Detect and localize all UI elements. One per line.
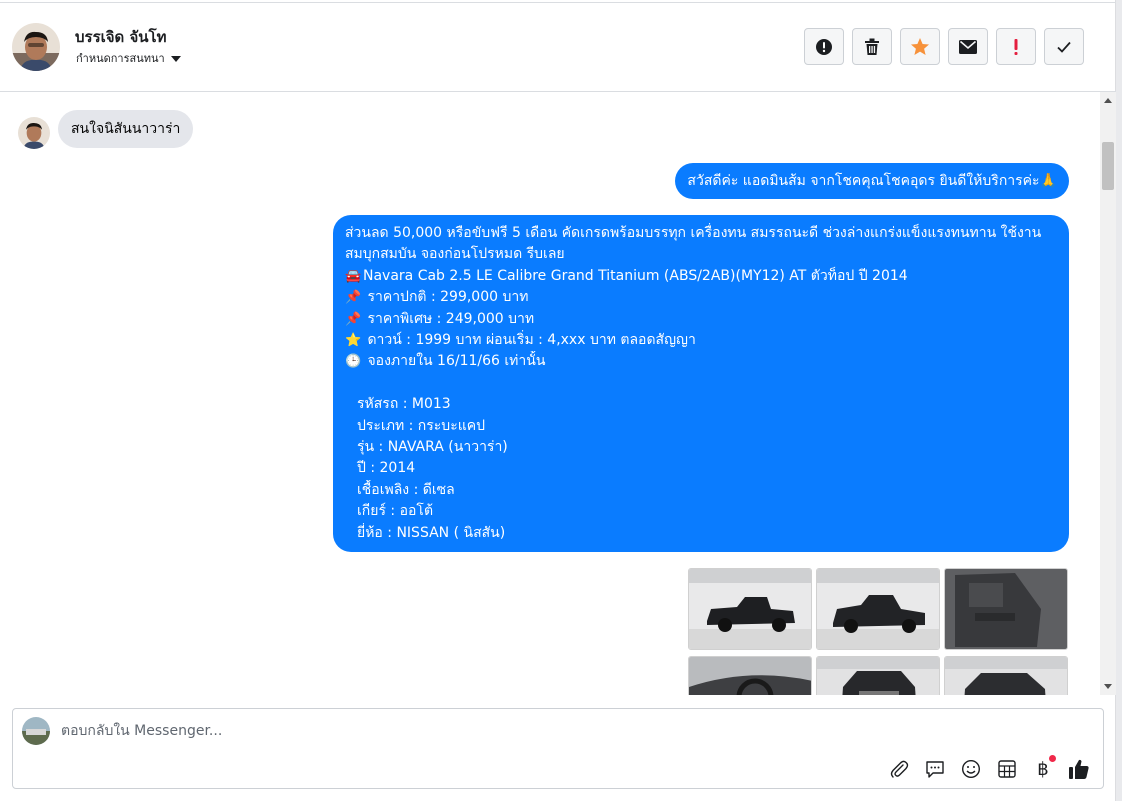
smiley-icon xyxy=(961,759,981,779)
composer-toolbar: ฿ xyxy=(885,755,1093,783)
caret-down-icon xyxy=(170,55,181,62)
outgoing-message-greeting[interactable]: สวัสดีค่ะ แอดมินส้ม จากโชคคุณโชคอุดร ยิน… xyxy=(675,163,1069,199)
chat-bubble-icon xyxy=(926,761,944,778)
car-photo[interactable] xyxy=(944,568,1068,650)
reply-input[interactable] xyxy=(61,720,961,742)
spec-fuel: เชื้อเพลิง : ดีเซล xyxy=(357,481,455,498)
assign-conversation-label: กำหนดการสนทนา xyxy=(76,52,165,65)
page-avatar xyxy=(22,717,50,745)
contact-avatar-small xyxy=(18,117,50,149)
exclamation-icon xyxy=(1014,38,1018,55)
scroll-down-arrow-icon[interactable] xyxy=(1104,684,1112,689)
paperclip-icon xyxy=(890,760,909,778)
table-icon xyxy=(998,760,1016,778)
emoji-button[interactable] xyxy=(957,755,985,783)
contact-name: บรรเจิด จันโท xyxy=(75,28,167,46)
checkmark-icon xyxy=(1057,41,1071,53)
car-photo[interactable] xyxy=(816,568,940,650)
assign-conversation-dropdown[interactable]: กำหนดการสนทนา xyxy=(76,49,181,67)
baht-icon: ฿ xyxy=(1037,758,1049,780)
alert-circle-icon xyxy=(816,38,832,55)
offer-intro: ส่วนลด 50,000 หรือขับฟรี 5 เดือน คัดเกรด… xyxy=(345,225,1042,263)
contact-avatar[interactable] xyxy=(12,23,60,71)
appointment-button[interactable] xyxy=(993,755,1021,783)
spec-year: ปี : 2014 xyxy=(357,460,416,477)
spec-brand: ยี่ห้อ : NISSAN ( นิสสัน) xyxy=(357,524,506,541)
scrollbar-thumb[interactable] xyxy=(1102,142,1114,190)
offer-model-line: 🚘 Navara Cab 2.5 LE Calibre Grand Titaniu… xyxy=(345,266,1057,287)
window-edge xyxy=(1116,0,1122,801)
spec-series: รุ่น : NAVARA (นาวาร่า) xyxy=(357,439,508,456)
car-photo[interactable] xyxy=(816,656,940,695)
star-button[interactable] xyxy=(900,28,940,65)
pushpin-icon: 📌 xyxy=(345,311,362,327)
thread-scrollbar[interactable] xyxy=(1100,92,1116,695)
star-icon xyxy=(911,37,929,55)
car-photo[interactable] xyxy=(688,656,812,695)
payment-button[interactable]: ฿ xyxy=(1029,755,1057,783)
message-thread[interactable]: สนใจนิสันนาวาร่า สวัสดีค่ะ แอดมินส้ม จาก… xyxy=(0,92,1100,695)
offer-normal-price: 📌 ราคาปกติ : 299,000 บาท xyxy=(345,287,1057,308)
follow-up-button[interactable] xyxy=(996,28,1036,65)
incoming-message[interactable]: สนใจนิสันนาวาร่า xyxy=(58,110,194,148)
envelope-icon xyxy=(959,39,977,54)
spec-code: รหัสรถ : M013 xyxy=(357,396,451,413)
conversation-header: บรรเจิด จันโท กำหนดการสนทนา xyxy=(0,3,1116,92)
saved-replies-button[interactable] xyxy=(921,755,949,783)
delete-button[interactable] xyxy=(852,28,892,65)
report-spam-button[interactable] xyxy=(804,28,844,65)
outgoing-message-offer[interactable]: ส่วนลด 50,000 หรือขับฟรี 5 เดือน คัดเกรด… xyxy=(333,215,1069,552)
car-icon: 🚘 xyxy=(345,268,362,284)
spec-gear: เกียร์ : ออโต้ xyxy=(357,503,434,520)
star-emoji-icon: ⭐ xyxy=(345,333,362,349)
mark-done-button[interactable] xyxy=(1044,28,1084,65)
mark-unread-button[interactable] xyxy=(948,28,988,65)
pushpin-icon: 📌 xyxy=(345,290,362,306)
spec-type: ประเภท : กระบะแคป xyxy=(357,417,485,434)
offer-down-payment: ⭐ ดาวน์ : 1999 บาท ผ่อนเริ่ม : 4,xxx บาท… xyxy=(345,330,1057,351)
notification-dot xyxy=(1049,755,1056,762)
offer-special-price: 📌 ราคาพิเศษ : 249,000 บาท xyxy=(345,309,1057,330)
car-photo[interactable] xyxy=(944,656,1068,695)
reply-composer: ฿ xyxy=(12,708,1104,789)
trash-icon xyxy=(865,38,879,55)
conversation-actions xyxy=(804,28,1084,65)
scroll-up-arrow-icon[interactable] xyxy=(1104,98,1112,103)
send-like-button[interactable] xyxy=(1065,755,1093,783)
offer-deadline: 🕒 จองภายใน 16/11/66 เท่านั้น xyxy=(345,351,1057,372)
attach-file-button[interactable] xyxy=(885,755,913,783)
inbox-conversation-panel: บรรเจิด จันโท กำหนดการสนทนา สนใจนิสันนาว… xyxy=(0,0,1116,801)
car-photo[interactable] xyxy=(688,568,812,650)
thumbs-up-icon xyxy=(1069,759,1089,779)
clock-icon: 🕒 xyxy=(345,354,362,370)
